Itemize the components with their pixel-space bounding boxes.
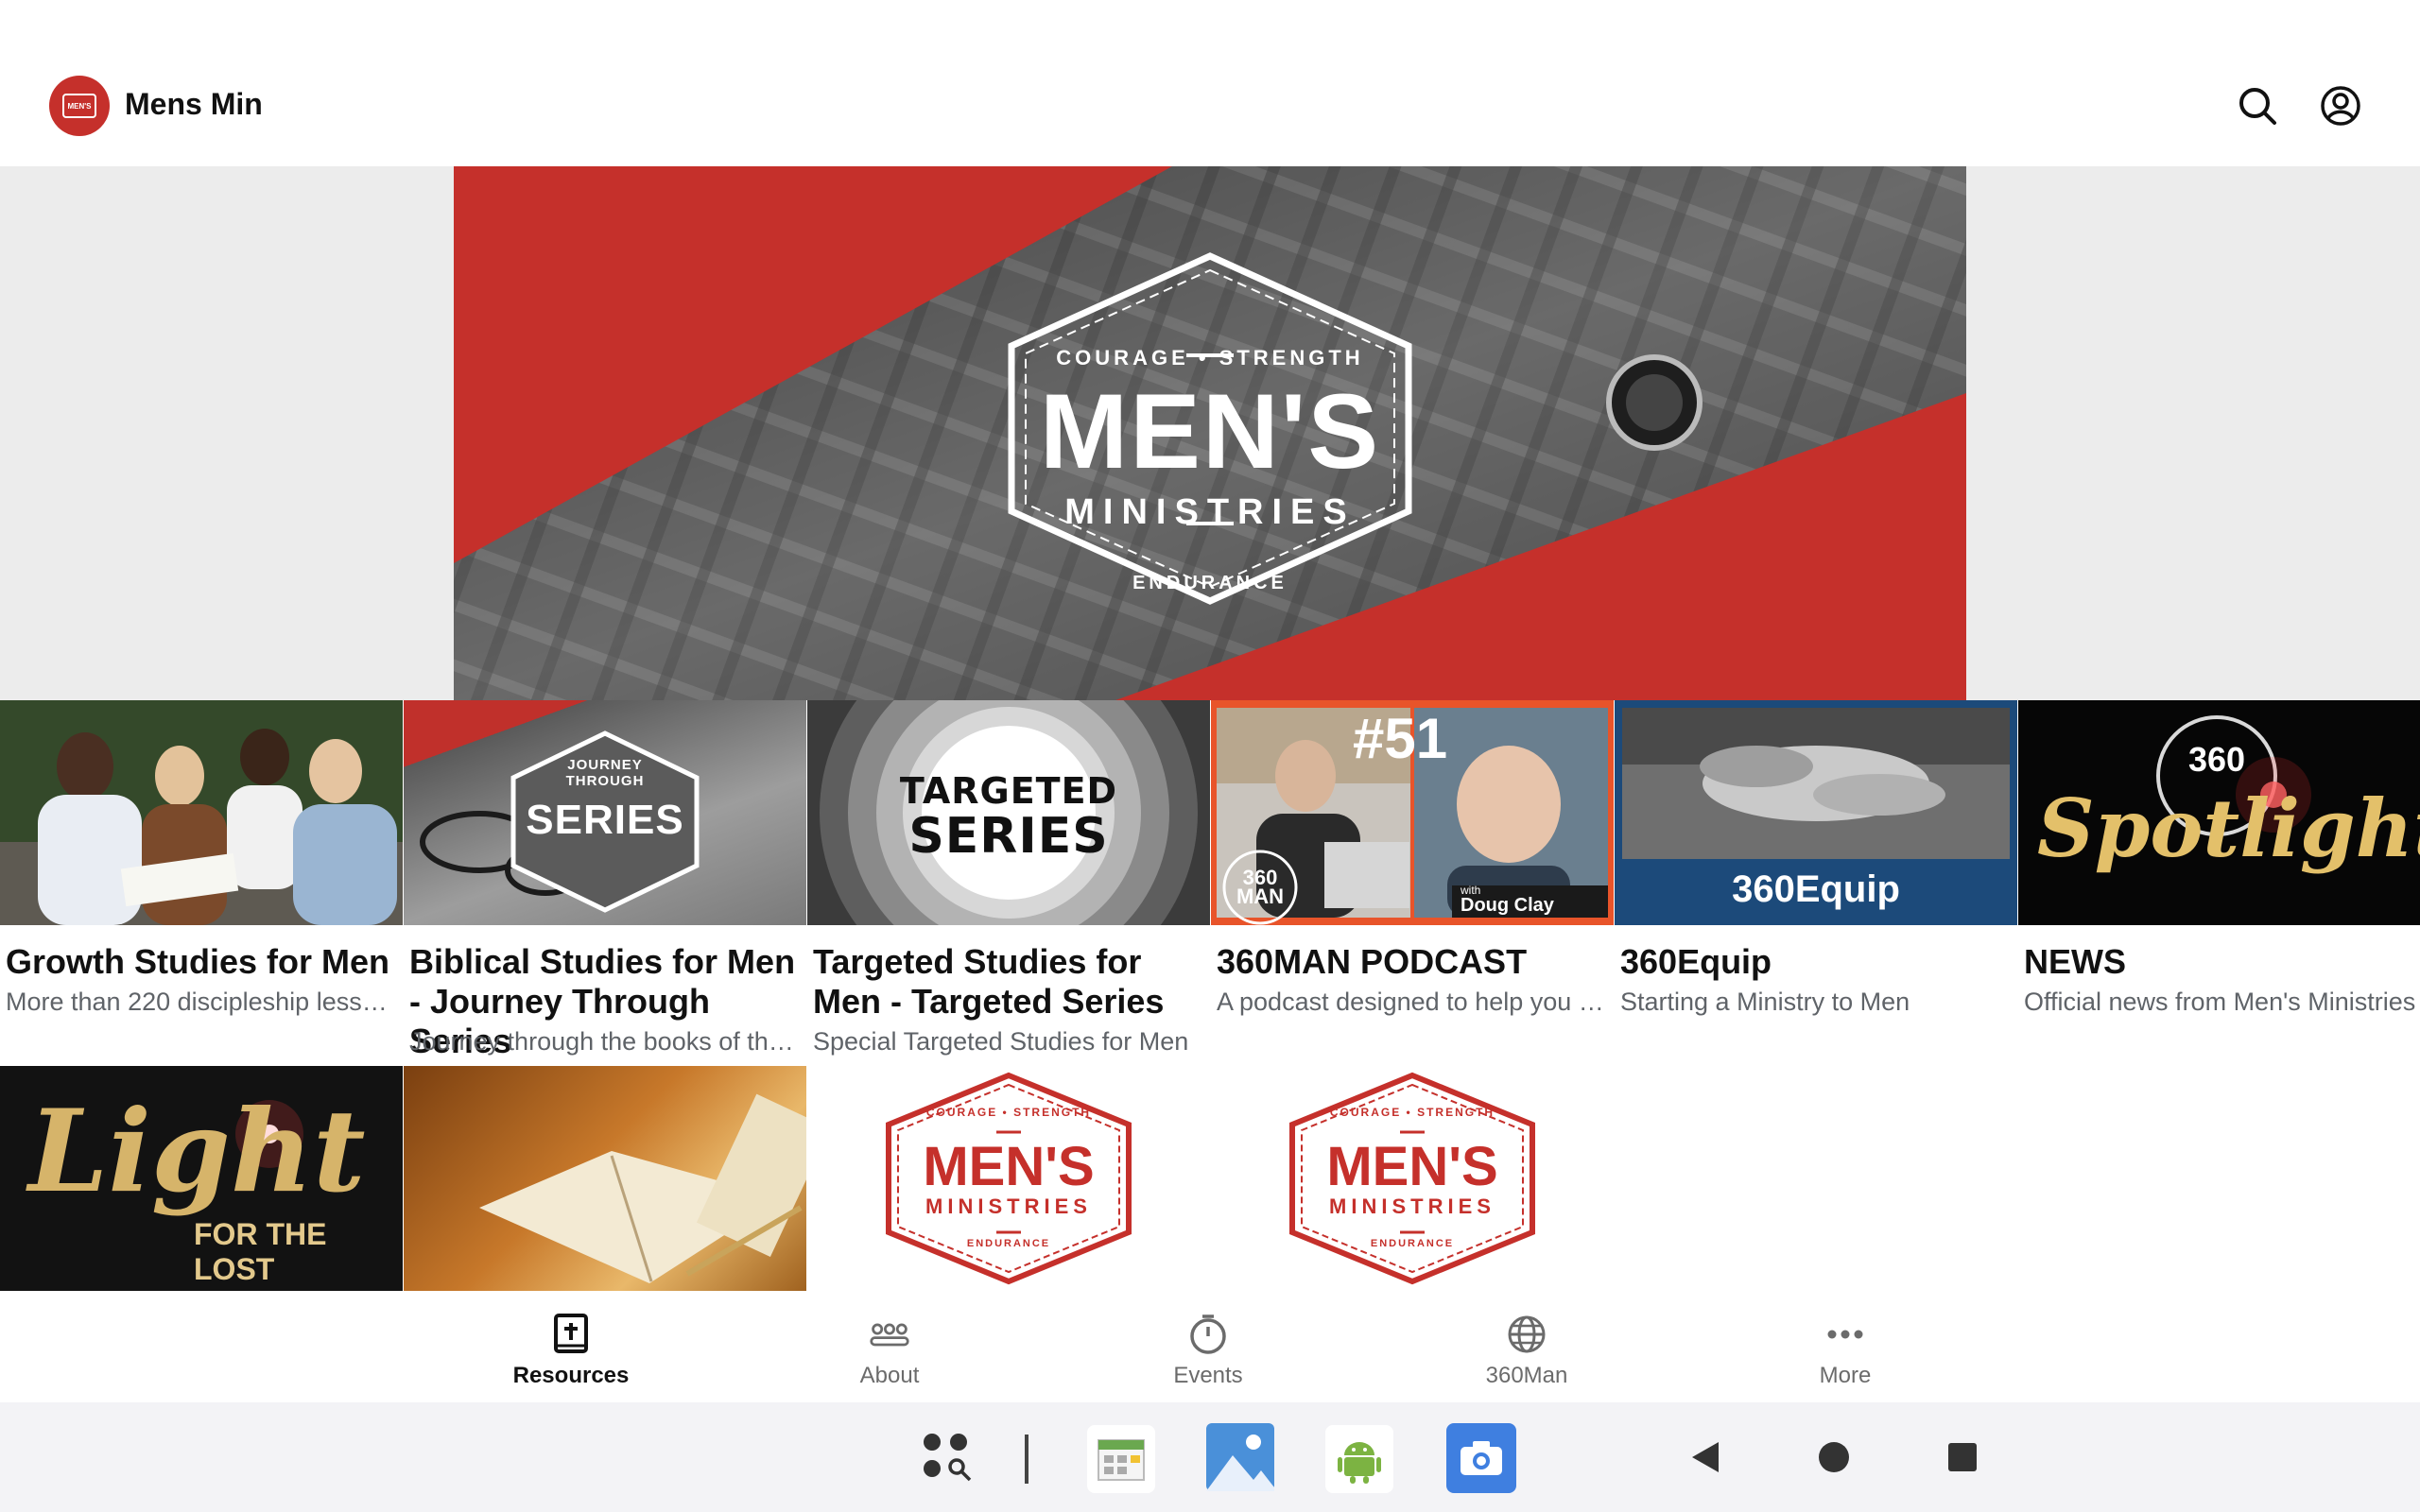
hero-badge: COURAGE • STRENGTH MEN'S MINISTRIES ENDU… [993,251,1427,620]
bible-icon [550,1314,592,1355]
more-icon [1824,1314,1866,1355]
thumb-label: 360Equip [1732,868,1900,910]
thumb-episode-number: #51 [1353,707,1448,770]
app-drawer-search-icon[interactable] [919,1429,976,1486]
taskbar-divider [1025,1435,1028,1484]
tile-title: Targeted Studies for Men - Targeted Seri… [813,942,1165,1021]
logo-main-text: MEN'S [1326,1136,1498,1197]
thumbnail-podcast: #51 with Doug Clay 360 MAN [1211,700,1614,925]
logo-main-text: MEN'S [923,1136,1095,1197]
logo-bottom-text: ENDURANCE [966,1238,1051,1249]
app-title: Mens Min [125,87,263,121]
tile-title: NEWS [2024,942,2126,981]
hero-badge-main: MEN'S [1039,372,1381,490]
bottom-navigation: Resources About Events 360Man More [0,1297,2420,1402]
system-taskbar [0,1402,2420,1512]
thumb-small-text: JOURNEY THROUGH [565,757,645,789]
thumb-script: Light [28,1085,366,1218]
nav-item-360man[interactable]: 360Man [1432,1314,1621,1389]
tile-subtitle: Journey through the books of the Bible [409,1027,803,1056]
nav-label: 360Man [1485,1363,1568,1388]
thumb-line2: SERIES [908,808,1109,865]
hero-badge-sub: MINISTRIES [1064,492,1356,532]
thumbnail-light-for-the-lost: Light FOR THE LOST [0,1066,403,1291]
nav-item-events[interactable]: Events [1114,1314,1303,1389]
account-icon[interactable] [2314,79,2367,132]
search-icon[interactable] [2231,79,2284,132]
thumb-guest-name: Doug Clay [1461,895,1554,916]
thumbnail-growth-studies [0,700,403,925]
home-icon[interactable] [1817,1440,1851,1474]
thumbnail-open-bible [404,1066,806,1291]
thumbnail-mens-ministries-logo: COURAGE • STRENGTH MEN'S MINISTRIES ENDU… [1211,1066,1614,1291]
logo-sub-text: MINISTRIES [925,1194,1092,1218]
calendar-app-icon[interactable] [1087,1425,1155,1493]
thumb-360man-logo: 360 MAN [1236,866,1285,908]
thumbnail-360-spotlight: 360 Spotlight [2018,700,2420,925]
hero-badge-top: COURAGE • STRENGTH [1056,346,1364,369]
logo-bottom-text: ENDURANCE [1370,1238,1455,1249]
nav-item-resources[interactable]: Resources [476,1314,666,1389]
thumb-subtext: FOR THE LOST [194,1217,327,1286]
app-logo[interactable]: MEN'S [49,76,110,136]
thumbnail-targeted-series: TARGETED SERIES [807,700,1210,925]
gallery-app-icon[interactable] [1204,1421,1276,1493]
clock-icon [1187,1314,1229,1355]
group-icon [869,1314,910,1355]
nav-label: Resources [512,1363,630,1388]
tile-subtitle: Special Targeted Studies for Men [813,1027,1189,1056]
android-app-icon[interactable] [1325,1425,1393,1493]
app-bar: MEN'S Mens Min [0,0,2420,166]
nav-label: More [1819,1363,1872,1388]
thumb-number: 360 [2187,740,2246,779]
tile-subtitle: More than 220 discipleship lessons [6,988,399,1016]
globe-icon [1506,1314,1547,1355]
nav-label: Events [1173,1363,1243,1388]
recents-icon[interactable] [1945,1440,1979,1474]
tile-title: 360MAN PODCAST [1217,942,1528,981]
tile-subtitle: A podcast designed to help you grow [1217,988,1610,1016]
hero-badge-bottom: ENDURANCE [1132,573,1288,593]
camera-app-icon[interactable] [1446,1423,1516,1493]
nav-label: About [859,1363,920,1388]
thumbnail-journey-through-series: JOURNEY THROUGH SERIES [404,700,806,925]
thumbnail-360equip: 360Equip [1615,700,2017,925]
tile-subtitle: Official news from Men's Ministries [2024,988,2416,1016]
nav-item-about[interactable]: About [795,1314,984,1389]
logo-top-text: COURAGE • STRENGTH [925,1106,1092,1119]
tile-title: 360Equip [1620,942,1772,981]
thumbnail-mens-ministries-logo: COURAGE • STRENGTH MEN'S MINISTRIES ENDU… [807,1066,1210,1291]
logo-top-text: COURAGE • STRENGTH [1329,1106,1495,1119]
back-icon[interactable] [1688,1440,1722,1474]
thumb-script: Spotlight [2037,782,2420,875]
hero-banner[interactable]: COURAGE • STRENGTH MEN'S MINISTRIES ENDU… [454,166,1966,700]
logo-sub-text: MINISTRIES [1329,1194,1495,1218]
thumb-line1: TARGETED [899,770,1118,812]
app-logo-badge: MEN'S [62,94,96,118]
tile-subtitle: Starting a Ministry to Men [1620,988,1910,1016]
tile-title: Growth Studies for Men [6,942,390,981]
thumb-big-text: SERIES [526,797,684,843]
nav-item-more[interactable]: More [1751,1314,1940,1389]
